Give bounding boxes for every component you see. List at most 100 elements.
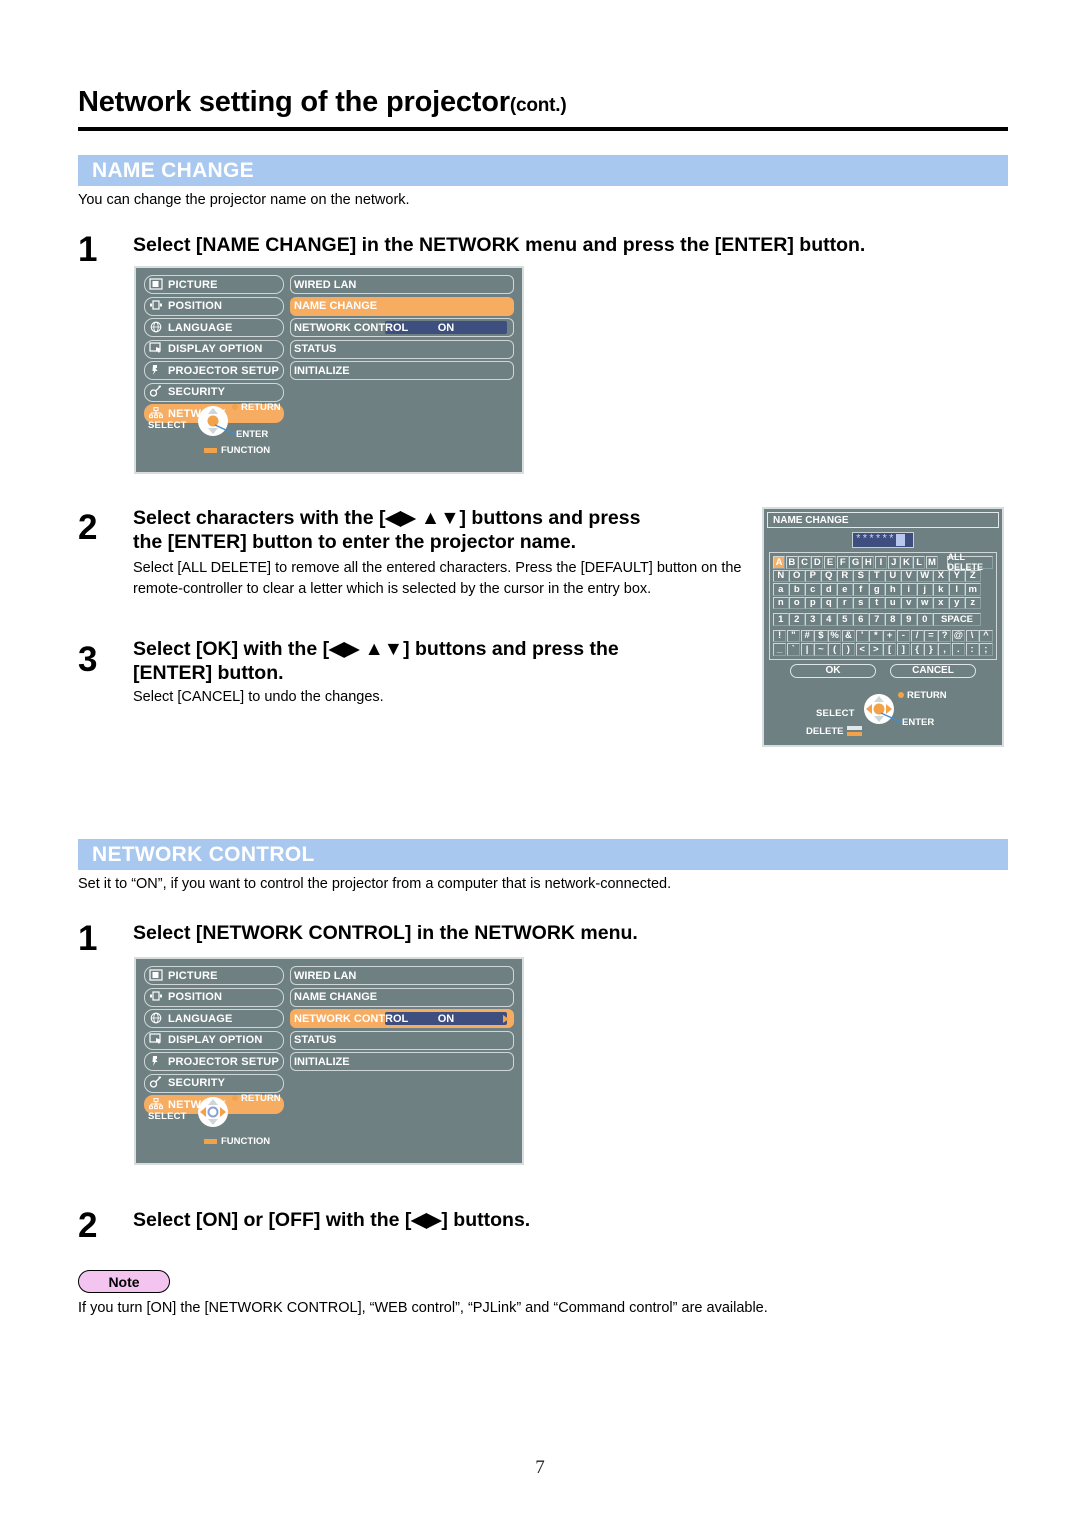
key-less-than[interactable]: <	[855, 643, 869, 656]
key-q[interactable]: q	[821, 596, 837, 609]
menu-row-name-change[interactable]: NAME CHANGE	[290, 296, 514, 316]
key-6[interactable]: 6	[853, 613, 869, 626]
key-d[interactable]: d	[821, 583, 837, 596]
key-O[interactable]: O	[789, 569, 805, 582]
key-bracket-close[interactable]: ]	[896, 643, 910, 656]
menu-row-status[interactable]: STATUS	[290, 1030, 514, 1050]
key-u[interactable]: u	[885, 596, 901, 609]
key-r[interactable]: r	[837, 596, 853, 609]
key-A[interactable]: A	[773, 556, 786, 569]
key-e[interactable]: e	[837, 583, 853, 596]
key-equals[interactable]: =	[924, 629, 938, 642]
dpad-control[interactable]	[198, 1097, 228, 1127]
key-U[interactable]: U	[885, 569, 901, 582]
key-tilde[interactable]: ~	[814, 643, 828, 656]
key-j[interactable]: j	[917, 583, 933, 596]
key-X[interactable]: X	[933, 569, 949, 582]
key-0[interactable]: 0	[917, 613, 933, 626]
key-g[interactable]: g	[869, 583, 885, 596]
key-k[interactable]: k	[933, 583, 949, 596]
key-L[interactable]: L	[913, 556, 926, 569]
key-quote[interactable]: "	[786, 629, 800, 642]
key-minus[interactable]: -	[896, 629, 910, 642]
key-caret[interactable]: ^	[979, 629, 993, 642]
cancel-button[interactable]: CANCEL	[890, 663, 976, 678]
key-R[interactable]: R	[837, 569, 853, 582]
sidebar-item-display-option[interactable]: DISPLAY OPTION	[144, 1030, 284, 1050]
key-ampersand[interactable]: &	[841, 629, 855, 642]
key-p[interactable]: p	[805, 596, 821, 609]
key-o[interactable]: o	[789, 596, 805, 609]
key-slash[interactable]: /	[910, 629, 924, 642]
key-F[interactable]: F	[836, 556, 849, 569]
key-dollar[interactable]: $	[814, 629, 828, 642]
sidebar-item-language[interactable]: LANGUAGE	[144, 1009, 284, 1028]
key-2[interactable]: 2	[789, 613, 805, 626]
key-plus[interactable]: +	[883, 629, 897, 642]
key-7[interactable]: 7	[869, 613, 885, 626]
key-exclamation[interactable]: !	[773, 629, 787, 642]
key-h[interactable]: h	[885, 583, 901, 596]
key-y[interactable]: y	[949, 596, 965, 609]
sidebar-item-position[interactable]: POSITION	[144, 987, 284, 1007]
key-H[interactable]: H	[862, 556, 875, 569]
key-t[interactable]: t	[869, 596, 885, 609]
menu-row-status[interactable]: STATUS	[290, 339, 514, 359]
key-Q[interactable]: Q	[821, 569, 837, 582]
key-apostrophe[interactable]: '	[855, 629, 869, 642]
key-paren-close[interactable]: )	[841, 643, 855, 656]
key-B[interactable]: B	[785, 556, 798, 569]
all-delete-button[interactable]: ALL DELETE	[946, 552, 993, 572]
key-S[interactable]: S	[853, 569, 869, 582]
key-hash[interactable]: #	[800, 629, 814, 642]
key-m[interactable]: m	[965, 583, 981, 596]
key-a[interactable]: a	[773, 583, 789, 596]
key-3[interactable]: 3	[805, 613, 821, 626]
key-b[interactable]: b	[789, 583, 805, 596]
sidebar-item-picture[interactable]: PICTURE	[144, 966, 284, 985]
key-E[interactable]: E	[823, 556, 837, 569]
menu-row-initialize[interactable]: INITIALIZE	[290, 1052, 514, 1071]
menu-row-wired-lan[interactable]: WIRED LAN	[290, 966, 514, 985]
key-c[interactable]: c	[805, 583, 821, 596]
key-i[interactable]: i	[901, 583, 917, 596]
key-l[interactable]: l	[949, 583, 965, 596]
key-f[interactable]: f	[853, 583, 869, 596]
key-percent[interactable]: %	[828, 629, 842, 642]
key-J[interactable]: J	[887, 556, 900, 569]
sidebar-item-language[interactable]: LANGUAGE	[144, 318, 284, 337]
key-at[interactable]: @	[951, 629, 965, 642]
key-v[interactable]: v	[901, 596, 917, 609]
key-1[interactable]: 1	[773, 613, 789, 626]
menu-row-network-control[interactable]: NETWORK CONTROL ON	[290, 1009, 514, 1028]
key-colon[interactable]: :	[965, 643, 979, 656]
key-backtick[interactable]: `	[786, 643, 800, 656]
key-8[interactable]: 8	[885, 613, 901, 626]
menu-row-name-change[interactable]: NAME CHANGE	[290, 987, 514, 1007]
key-pipe[interactable]: |	[800, 643, 814, 656]
key-T[interactable]: T	[869, 569, 885, 582]
menu-row-wired-lan[interactable]: WIRED LAN	[290, 275, 514, 294]
sidebar-item-projector-setup[interactable]: PROJECTOR SETUP	[144, 361, 284, 380]
name-entry-field[interactable]: ******	[852, 532, 914, 548]
key-G[interactable]: G	[849, 556, 862, 569]
key-paren-open[interactable]: (	[828, 643, 842, 656]
key-question[interactable]: ?	[938, 629, 952, 642]
key-N[interactable]: N	[773, 569, 789, 582]
key-C[interactable]: C	[798, 556, 811, 569]
key-4[interactable]: 4	[821, 613, 837, 626]
key-x[interactable]: x	[933, 596, 949, 609]
key-P[interactable]: P	[805, 569, 821, 582]
key-Y[interactable]: Y	[949, 569, 965, 582]
sidebar-item-position[interactable]: POSITION	[144, 296, 284, 316]
key-K[interactable]: K	[900, 556, 913, 569]
sidebar-item-picture[interactable]: PICTURE	[144, 275, 284, 294]
key-V[interactable]: V	[901, 569, 917, 582]
key-s[interactable]: s	[853, 596, 869, 609]
key-n[interactable]: n	[773, 596, 789, 609]
key-underscore[interactable]: _	[773, 643, 787, 656]
key-backslash[interactable]: \	[965, 629, 979, 642]
ok-button[interactable]: OK	[790, 663, 876, 678]
key-semicolon[interactable]: ;	[979, 643, 993, 656]
key-brace-open[interactable]: {	[910, 643, 924, 656]
